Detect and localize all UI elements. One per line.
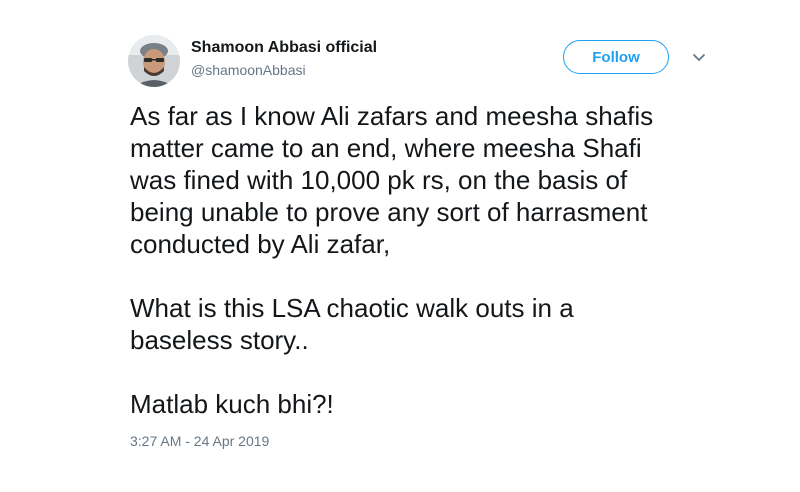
user-handle[interactable]: @shamoonAbbasi — [191, 62, 306, 78]
follow-button[interactable]: Follow — [563, 40, 669, 74]
display-name[interactable]: Shamoon Abbasi official — [191, 39, 377, 57]
avatar[interactable] — [128, 35, 180, 87]
tweet-paragraph: What is this LSA chaotic walk outs in a … — [130, 293, 574, 355]
profile-photo-icon — [128, 35, 180, 87]
chevron-down-icon[interactable] — [692, 53, 706, 63]
tweet-paragraph: As far as I know Ali zafars and meesha s… — [130, 101, 654, 259]
tweet-card: Shamoon Abbasi official @shamoonAbbasi F… — [0, 0, 800, 492]
tweet-timestamp[interactable]: 3:27 AM - 24 Apr 2019 — [130, 433, 269, 449]
tweet-paragraph: Matlab kuch bhi?! — [130, 389, 334, 419]
tweet-text: As far as I know Ali zafars and meesha s… — [130, 100, 750, 420]
